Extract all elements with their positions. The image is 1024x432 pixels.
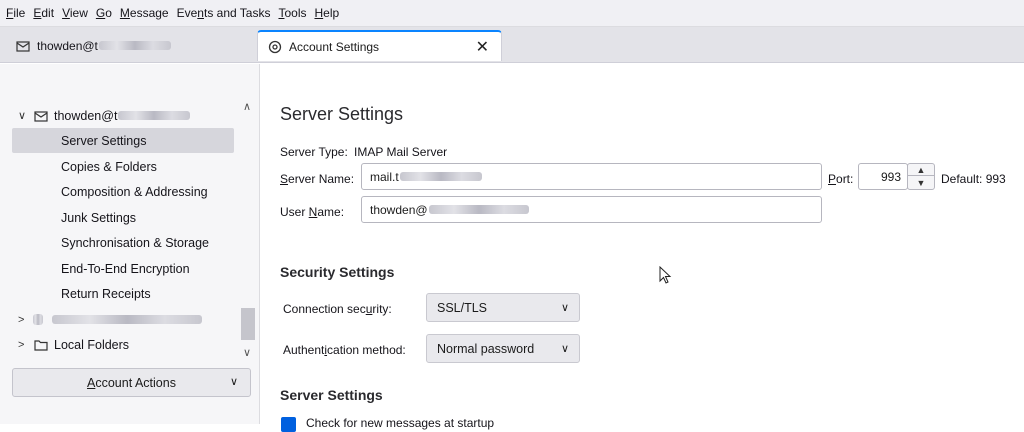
account-row-collapsed[interactable]: > (12, 307, 234, 332)
redacted-icon (33, 314, 43, 325)
local-folders-row[interactable]: > Local Folders (12, 332, 234, 357)
server-name-label: Server Name: (280, 172, 355, 186)
menu-view[interactable]: View (62, 6, 88, 20)
connection-security-label: Connection security: (283, 302, 392, 316)
chevron-down-icon: ∨ (560, 343, 569, 355)
sidebar-item-return-receipts[interactable]: Return Receipts (12, 281, 234, 306)
tab-account-settings[interactable]: Account Settings ✕ (257, 30, 502, 61)
sidebar-item-encryption[interactable]: End-To-End Encryption (12, 256, 234, 281)
local-folders-label: Local Folders (54, 337, 130, 352)
sidebar-item-copies-folders[interactable]: Copies & Folders (12, 154, 234, 179)
scroll-up-icon[interactable]: ∧ (243, 100, 251, 113)
account-sidebar: ∨ thowden@t Server Settings Copies & Fol… (0, 64, 260, 424)
redacted-text (428, 205, 529, 214)
spinner-down-icon[interactable]: ▼ (908, 177, 934, 189)
auth-method-select[interactable]: Normal password ∨ (426, 334, 580, 363)
chevron-right-icon[interactable]: > (18, 339, 32, 351)
account-actions-button[interactable]: Account Actions ∨ (12, 368, 251, 397)
redacted-text (399, 172, 482, 181)
settings-panel: Server Settings Server Type: IMAP Mail S… (261, 64, 1024, 430)
close-tab-icon[interactable]: ✕ (476, 37, 489, 57)
folder-icon (34, 338, 48, 352)
port-spinner[interactable]: ▲ ▼ (907, 163, 935, 190)
account-name: thowden@t (54, 108, 118, 123)
spinner-up-icon[interactable]: ▲ (908, 164, 934, 176)
menu-message[interactable]: Message (120, 6, 169, 20)
sidebar-scrollbar[interactable]: ∧ ∨ (240, 98, 256, 360)
server-name-field[interactable]: mail.t (361, 163, 822, 190)
mail-account-icon (34, 109, 48, 123)
connection-security-select[interactable]: SSL/TLS ∨ (426, 293, 580, 322)
sidebar-item-junk[interactable]: Junk Settings (12, 205, 234, 230)
sidebar-item-synchronisation[interactable]: Synchronisation & Storage (12, 230, 234, 255)
menu-events-and-tasks[interactable]: Events and Tasks (177, 6, 271, 20)
mail-account-icon (16, 39, 30, 53)
redacted-text (118, 111, 191, 120)
mouse-cursor-icon (659, 265, 673, 286)
chevron-down-icon: ∨ (560, 302, 569, 314)
tab-account-settings-label: Account Settings (289, 39, 380, 54)
user-name-field[interactable]: thowden@ (361, 196, 822, 223)
user-name-label: User Name: (280, 205, 345, 219)
auth-method-label: Authentication method: (283, 343, 406, 357)
tab-strip: thowden@t Account Settings ✕ (0, 27, 1024, 63)
server-settings-subheading: Server Settings (280, 387, 383, 403)
tab-mail[interactable]: thowden@t (6, 30, 251, 61)
settings-gear-icon (268, 40, 282, 54)
redacted-text (52, 315, 202, 324)
scroll-down-icon[interactable]: ∨ (243, 346, 251, 359)
page-title: Server Settings (280, 104, 404, 124)
account-tree: ∨ thowden@t Server Settings Copies & Fol… (12, 98, 242, 360)
menu-edit[interactable]: Edit (33, 6, 54, 20)
chevron-down-icon[interactable]: ∨ (18, 109, 32, 122)
menu-tools[interactable]: Tools (278, 6, 306, 20)
account-row[interactable]: ∨ thowden@t (12, 103, 234, 128)
sidebar-item-server-settings[interactable]: Server Settings (12, 128, 234, 153)
chevron-right-icon[interactable]: > (18, 314, 32, 326)
check-new-messages-label: Check for new messages at startup (306, 416, 495, 430)
tab-mail-label: thowden@t (37, 38, 98, 53)
redacted-text (98, 41, 171, 50)
menu-go[interactable]: Go (96, 6, 112, 20)
server-type-label: Server Type: (280, 145, 348, 159)
port-input[interactable]: 993 (858, 163, 908, 190)
menu-file[interactable]: File (6, 6, 25, 20)
security-settings-heading: Security Settings (280, 264, 395, 280)
sidebar-item-composition[interactable]: Composition & Addressing (12, 179, 234, 204)
port-default-label: Default: 993 (941, 172, 1006, 186)
scrollbar-thumb[interactable] (241, 308, 255, 340)
chevron-down-icon: ∨ (229, 376, 238, 388)
server-type-value: IMAP Mail Server (354, 145, 448, 159)
menu-bar: File Edit View Go Message Events and Tas… (0, 0, 1024, 27)
port-label: Port: (828, 172, 854, 186)
menu-help[interactable]: Help (314, 6, 339, 20)
check-new-messages-checkbox[interactable] (281, 417, 296, 432)
